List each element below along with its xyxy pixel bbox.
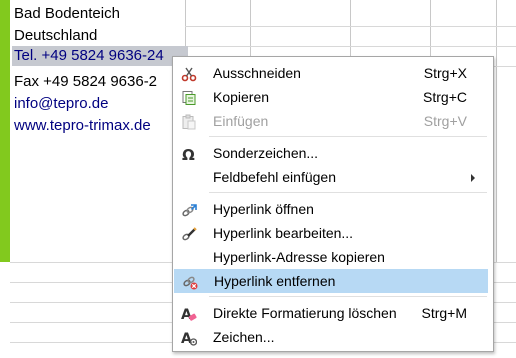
- accent-bar: [0, 0, 10, 262]
- menu-item-label: Zeichen...: [213, 329, 275, 345]
- cell-website[interactable]: www.tepro-trimax.de: [14, 116, 151, 136]
- copy-icon: [181, 89, 197, 105]
- cell-country[interactable]: Deutschland: [14, 26, 97, 46]
- menu-item-cut[interactable]: Ausschneiden Strg+X: [173, 61, 493, 85]
- menu-item-paste[interactable]: Einfügen Strg+V: [173, 109, 493, 133]
- character-icon: A: [181, 329, 198, 347]
- cell-city[interactable]: Bad Bodenteich: [14, 4, 120, 24]
- menu-item-label: Feldbefehl einfügen: [213, 169, 336, 185]
- menu-item-character[interactable]: A Zeichen...: [173, 325, 493, 349]
- menu-item-label: Sonderzeichen...: [213, 145, 319, 161]
- cell-phone[interactable]: Tel. +49 5824 9636-24: [14, 46, 164, 66]
- menu-item-insert-field[interactable]: Feldbefehl einfügen: [173, 165, 493, 189]
- scissors-icon: [181, 65, 197, 82]
- menu-item-special-characters[interactable]: Ω Sonderzeichen...: [173, 141, 493, 165]
- menu-item-label: Hyperlink entfernen: [214, 273, 336, 289]
- menu-item-label: Hyperlink bearbeiten...: [213, 225, 354, 241]
- menu-separator: [209, 296, 487, 297]
- menu-item-edit-hyperlink[interactable]: Hyperlink bearbeiten...: [173, 221, 493, 245]
- menu-separator: [209, 192, 487, 193]
- grid-column-line: [496, 0, 497, 262]
- cell-email[interactable]: info@tepro.de: [14, 94, 108, 114]
- omega-icon: Ω: [181, 145, 197, 164]
- menu-item-open-hyperlink[interactable]: Hyperlink öffnen: [173, 197, 493, 221]
- cell-fax[interactable]: Fax +49 5824 9636-2: [14, 72, 157, 92]
- hyperlink-remove-icon: [182, 273, 198, 290]
- menu-item-clear-direct-formatting[interactable]: A Direkte Formatierung löschen Strg+M: [173, 301, 493, 325]
- menu-item-label: Hyperlink öffnen: [213, 201, 314, 217]
- menu-item-shortcut: Strg+C: [423, 89, 467, 105]
- menu-item-label: Hyperlink-Adresse kopieren: [213, 249, 385, 265]
- context-menu: Ausschneiden Strg+X Kopieren Strg+C Einf…: [172, 56, 494, 352]
- clear-format-icon: A: [181, 305, 197, 323]
- menu-item-label: Direkte Formatierung löschen: [213, 305, 397, 321]
- menu-item-label: Einfügen: [213, 113, 269, 129]
- menu-item-shortcut: Strg+M: [421, 305, 467, 321]
- menu-item-label: Kopieren: [213, 89, 270, 105]
- menu-item-copy-hyperlink-address[interactable]: Hyperlink-Adresse kopieren: [173, 245, 493, 269]
- paste-icon: [181, 113, 197, 130]
- svg-text:Ω: Ω: [182, 146, 195, 162]
- menu-item-label: Ausschneiden: [213, 65, 301, 81]
- grid-row-line: [185, 26, 516, 27]
- menu-item-shortcut: Strg+V: [423, 113, 467, 129]
- menu-separator: [209, 136, 487, 137]
- menu-item-copy[interactable]: Kopieren Strg+C: [173, 85, 493, 109]
- submenu-arrow-icon: [471, 174, 475, 182]
- hyperlink-edit-icon: [181, 225, 197, 241]
- menu-item-remove-hyperlink[interactable]: Hyperlink entfernen: [174, 269, 488, 293]
- grid-row-line: [185, 46, 516, 47]
- hyperlink-open-icon: [181, 201, 197, 217]
- menu-item-shortcut: Strg+X: [423, 65, 467, 81]
